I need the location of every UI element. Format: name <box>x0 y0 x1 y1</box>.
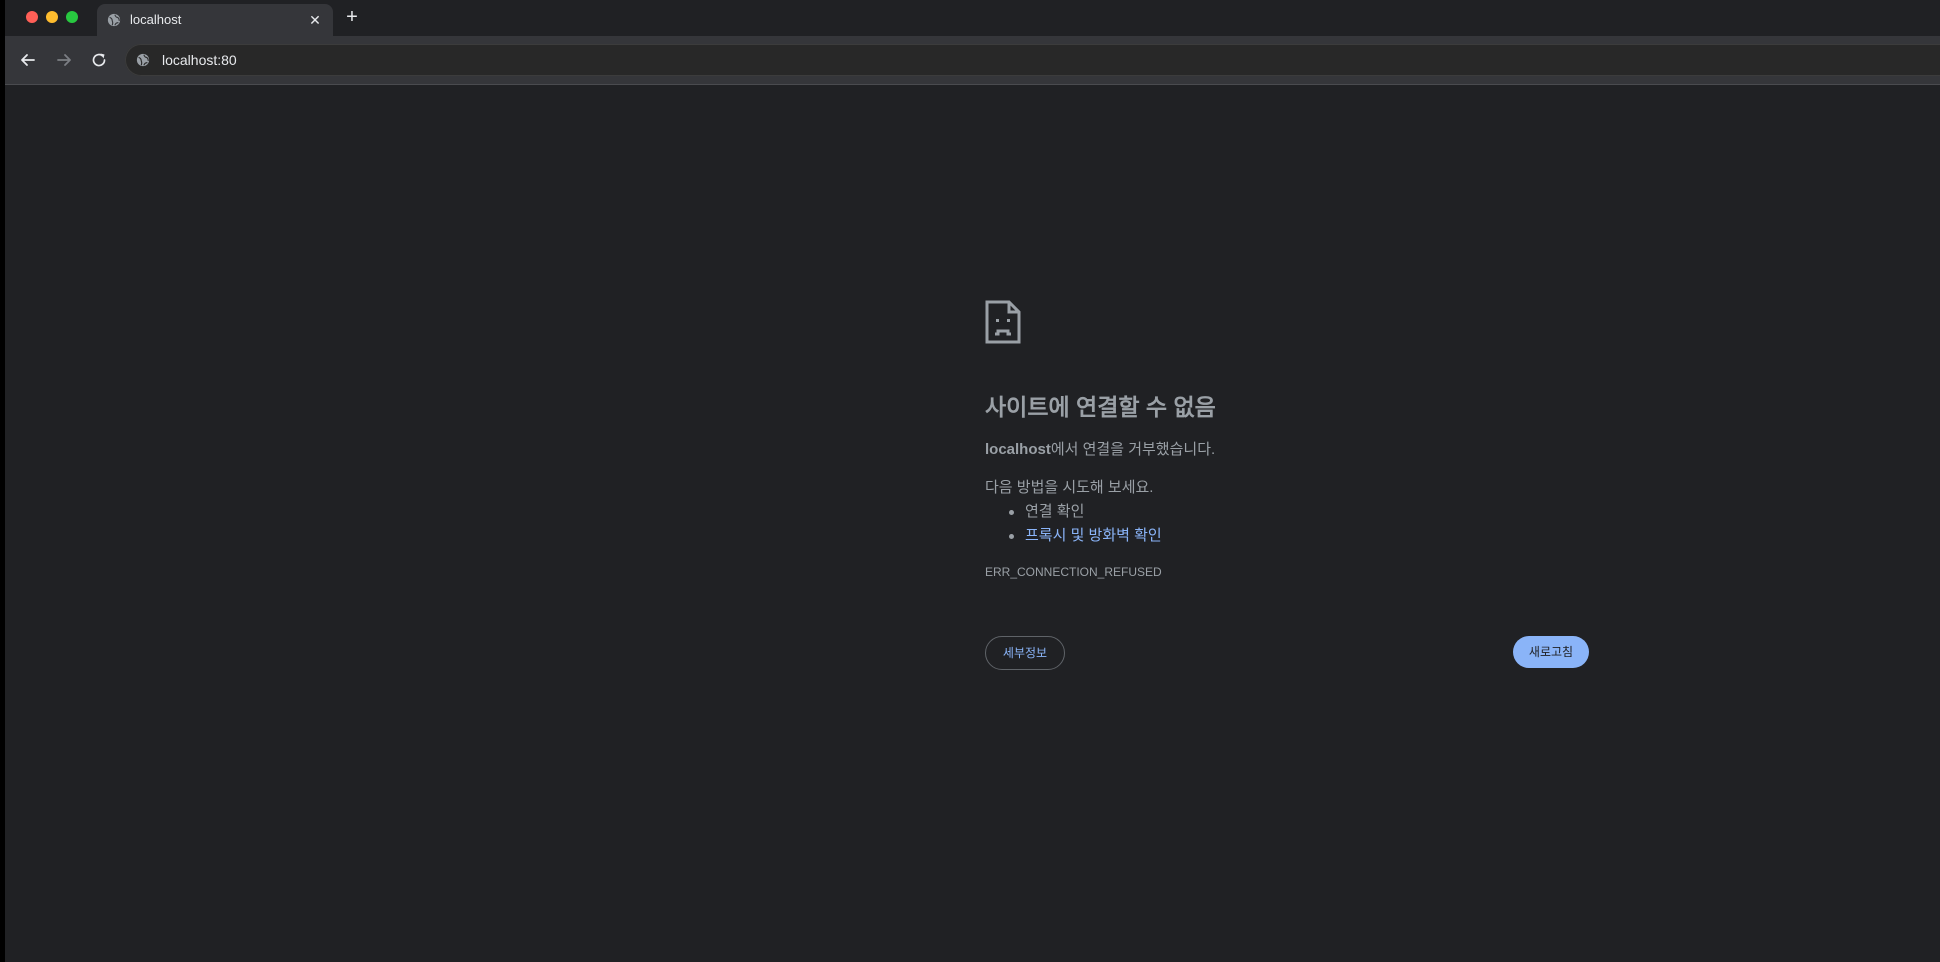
error-host: localhost <box>985 441 1051 458</box>
reload-icon[interactable] <box>89 50 109 70</box>
tab-title: localhost <box>130 12 182 27</box>
list-item: 프록시 및 방화벽 확인 <box>985 524 1162 548</box>
globe-icon <box>107 13 121 27</box>
error-summary-text: 에서 연결을 거부했습니다. <box>1050 441 1216 458</box>
tab-close-icon[interactable]: ✕ <box>305 10 325 30</box>
error-summary: localhost에서 연결을 거부했습니다. <box>985 438 1215 459</box>
details-button[interactable]: 세부정보 <box>985 636 1065 670</box>
window-maximize-button[interactable] <box>66 11 78 23</box>
address-bar[interactable]: localhost:80 <box>125 44 1940 76</box>
sad-page-icon <box>985 300 1021 344</box>
reload-button[interactable]: 새로고침 <box>1513 636 1589 668</box>
suggestions-list: 연결 확인 프록시 및 방화벽 확인 <box>985 500 1162 548</box>
error-title: 사이트에 연결할 수 없음 <box>985 394 1216 420</box>
tab-strip: localhost ✕ + <box>5 0 1940 36</box>
bullet-icon <box>1009 510 1014 515</box>
address-url[interactable]: localhost:80 <box>162 52 237 68</box>
browser-window: localhost ✕ + localhost:80 사이트에 연결할 수 없음… <box>5 0 1940 962</box>
window-minimize-button[interactable] <box>46 11 58 23</box>
error-page: 사이트에 연결할 수 없음 localhost에서 연결을 거부했습니다. 다음… <box>5 85 1940 962</box>
forward-arrow-icon[interactable] <box>54 50 74 70</box>
list-item: 연결 확인 <box>985 500 1162 524</box>
site-info-icon[interactable] <box>136 53 150 67</box>
toolbar: localhost:80 <box>5 36 1940 85</box>
bullet-icon <box>1009 534 1014 539</box>
suggestions-heading: 다음 방법을 시도해 보세요. <box>985 479 1154 496</box>
error-code: ERR_CONNECTION_REFUSED <box>985 565 1162 579</box>
window-close-button[interactable] <box>26 11 38 23</box>
new-tab-button[interactable]: + <box>340 6 364 30</box>
tab-localhost[interactable]: localhost ✕ <box>97 4 333 36</box>
check-proxy-firewall-link[interactable]: 프록시 및 방화벽 확인 <box>1025 527 1162 544</box>
check-connection-text: 연결 확인 <box>1025 503 1085 520</box>
back-arrow-icon[interactable] <box>18 50 38 70</box>
